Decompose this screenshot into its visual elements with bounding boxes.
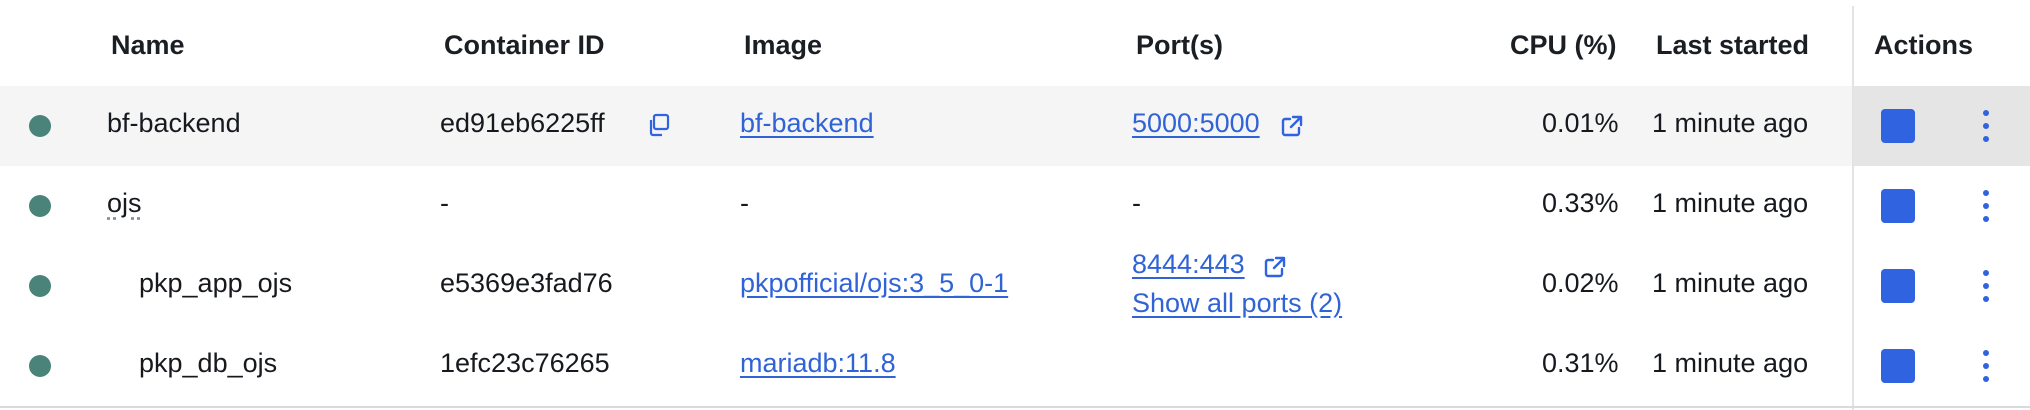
- container-name[interactable]: pkp_app_ojs: [139, 268, 292, 299]
- header-name[interactable]: Name: [111, 0, 185, 86]
- image-link[interactable]: bf-backend: [740, 108, 874, 139]
- copy-icon[interactable]: [647, 113, 671, 137]
- row-actions: [1853, 166, 2030, 246]
- row-actions: [1853, 246, 2030, 326]
- cpu-value: 0.01%: [1542, 108, 1619, 138]
- cpu-value: 0.31%: [1542, 348, 1619, 378]
- header-last-started[interactable]: Last started: [1656, 0, 1809, 86]
- containers-table: Name Container ID Image Port(s) CPU (%) …: [0, 0, 2030, 410]
- status-running-icon: [29, 115, 51, 137]
- table-header: Name Container ID Image Port(s) CPU (%) …: [0, 0, 2030, 88]
- status-running-icon: [29, 275, 51, 297]
- container-id: 1efc23c76265: [440, 348, 610, 378]
- header-container-id[interactable]: Container ID: [444, 0, 605, 86]
- more-vertical-icon[interactable]: [1981, 188, 1991, 224]
- external-link-icon[interactable]: [1263, 255, 1287, 279]
- more-vertical-icon[interactable]: [1981, 348, 1991, 384]
- table-row[interactable]: ojs - - - 0.33% 1 minute ago: [0, 166, 1852, 246]
- header-image[interactable]: Image: [744, 0, 822, 86]
- stop-button[interactable]: [1881, 269, 1915, 303]
- stop-button[interactable]: [1881, 349, 1915, 383]
- header-cpu[interactable]: CPU (%): [1510, 0, 1617, 86]
- last-started: 1 minute ago: [1652, 348, 1809, 378]
- table-row[interactable]: bf-backend ed91eb6225ff bf-backend 5000:…: [0, 86, 1852, 166]
- header-ports[interactable]: Port(s): [1136, 0, 1223, 86]
- cpu-value: 0.33%: [1542, 188, 1619, 218]
- container-id: ed91eb6225ff: [440, 108, 605, 138]
- container-name[interactable]: bf-backend: [107, 108, 241, 139]
- last-started: 1 minute ago: [1652, 188, 1809, 218]
- status-running-icon: [29, 195, 51, 217]
- more-vertical-icon[interactable]: [1981, 108, 1991, 144]
- row-actions: [1853, 326, 2030, 406]
- last-started: 1 minute ago: [1652, 108, 1809, 138]
- table-bottom-border: [0, 406, 2030, 408]
- image-value: -: [740, 188, 749, 218]
- status-running-icon: [29, 355, 51, 377]
- port-link[interactable]: 5000:5000: [1132, 108, 1260, 139]
- container-name[interactable]: ojs: [107, 188, 142, 219]
- external-link-icon[interactable]: [1280, 114, 1304, 138]
- table-row[interactable]: pkp_app_ojs e5369e3fad76 pkpofficial/ojs…: [0, 246, 1852, 326]
- image-link[interactable]: pkpofficial/ojs:3_5_0-1: [740, 268, 1008, 299]
- stop-button[interactable]: [1881, 109, 1915, 143]
- stop-button[interactable]: [1881, 189, 1915, 223]
- row-actions: [1853, 86, 2030, 166]
- container-name[interactable]: pkp_db_ojs: [139, 348, 277, 379]
- container-id: -: [440, 188, 449, 218]
- show-all-ports-link[interactable]: Show all ports (2): [1132, 288, 1342, 319]
- container-id: e5369e3fad76: [440, 268, 613, 298]
- actions-column-divider: [1852, 6, 1854, 410]
- cpu-value: 0.02%: [1542, 268, 1619, 298]
- more-vertical-icon[interactable]: [1981, 268, 1991, 304]
- header-actions: Actions: [1874, 30, 1974, 60]
- last-started: 1 minute ago: [1652, 268, 1809, 298]
- image-link[interactable]: mariadb:11.8: [740, 348, 896, 379]
- port-value: -: [1132, 188, 1141, 218]
- table-row[interactable]: pkp_db_ojs 1efc23c76265 mariadb:11.8 0.3…: [0, 326, 1852, 406]
- port-link[interactable]: 8444:443: [1132, 249, 1245, 280]
